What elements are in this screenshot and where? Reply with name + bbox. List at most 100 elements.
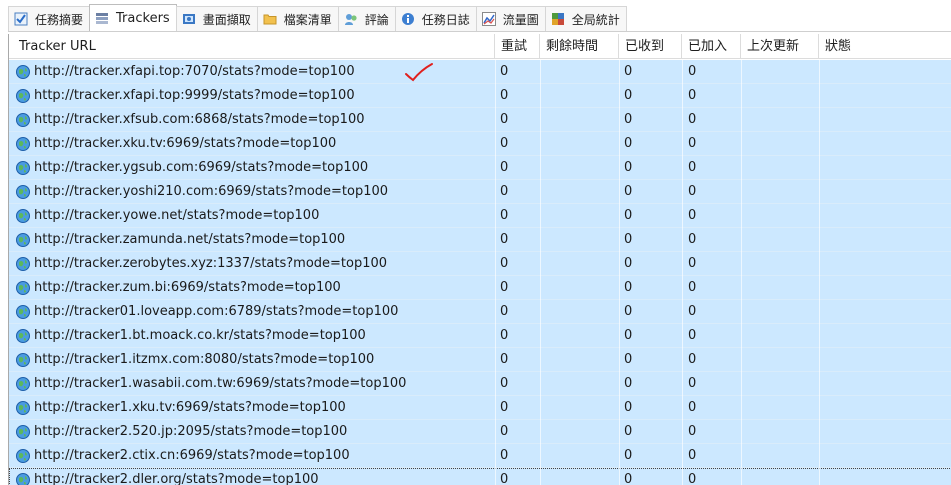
column-divider [619, 60, 620, 84]
column-header-last-update[interactable]: 上次更新 [741, 34, 819, 59]
joined-cell: 0 [688, 304, 697, 319]
folder-icon [263, 14, 277, 25]
column-divider [619, 444, 620, 468]
tab-summary[interactable]: 任務摘要 [8, 6, 91, 31]
tab-label: 評論 [364, 12, 389, 27]
table-row[interactable]: http://tracker1.wasabii.com.tw:6969/stat… [9, 372, 951, 396]
column-divider [540, 180, 541, 204]
column-divider [819, 444, 820, 468]
column-header-remaining-time[interactable]: 剩餘時間 [540, 34, 619, 59]
tab-label: Trackers [116, 10, 170, 26]
column-divider [540, 228, 541, 252]
column-divider [495, 252, 496, 276]
tracker-url: http://tracker1.wasabii.com.tw:6969/stat… [34, 376, 407, 391]
tracker-url: http://tracker1.itzmx.com:8080/stats?mod… [34, 352, 375, 367]
tracker-list[interactable]: Tracker URL 重試 剩餘時間 已收到 已加入 上次更新 狀態 http… [8, 34, 951, 485]
tab-label: 畫面擷取 [202, 12, 251, 27]
column-divider [495, 444, 496, 468]
column-header-url[interactable]: Tracker URL [9, 34, 495, 59]
column-divider [540, 420, 541, 444]
column-divider [540, 60, 541, 84]
received-cell: 0 [624, 448, 633, 463]
column-divider [619, 300, 620, 324]
table-row[interactable]: http://tracker1.xku.tv:6969/stats?mode=t… [9, 396, 951, 420]
globe-icon [16, 209, 30, 223]
column-divider [819, 132, 820, 156]
column-header-joined[interactable]: 已加入 [682, 34, 741, 59]
retry-cell: 0 [500, 280, 509, 295]
table-row[interactable]: http://tracker2.dler.org/stats?mode=top1… [9, 468, 951, 485]
table-row[interactable]: http://tracker.ygsub.com:6969/stats?mode… [9, 156, 951, 180]
column-divider [619, 348, 620, 372]
globe-icon [16, 353, 30, 367]
column-divider [619, 156, 620, 180]
retry-cell: 0 [500, 448, 509, 463]
received-cell: 0 [624, 136, 633, 151]
received-cell: 0 [624, 256, 633, 271]
tracker-url: http://tracker.zerobytes.xyz:1337/stats?… [34, 256, 388, 271]
column-header-retry[interactable]: 重試 [495, 34, 540, 59]
column-divider [495, 84, 496, 108]
tracker-url: http://tracker.yoshi210.com:6969/stats?m… [34, 184, 389, 199]
column-divider [495, 180, 496, 204]
tab-trackers[interactable]: Trackers [89, 4, 177, 31]
column-divider [741, 84, 742, 108]
table-row[interactable]: http://tracker.yoshi210.com:6969/stats?m… [9, 180, 951, 204]
column-header-status[interactable]: 狀態 [819, 34, 951, 59]
table-row[interactable]: http://tracker.xfapi.top:7070/stats?mode… [9, 60, 951, 84]
column-divider [619, 84, 620, 108]
received-cell: 0 [624, 184, 633, 199]
table-row[interactable]: http://tracker.zerobytes.xyz:1337/stats?… [9, 252, 951, 276]
column-divider [819, 420, 820, 444]
table-row[interactable]: http://tracker.zum.bi:6969/stats?mode=to… [9, 276, 951, 300]
table-row[interactable]: http://tracker.zamunda.net/stats?mode=to… [9, 228, 951, 252]
tab-screenshot[interactable]: 畫面擷取 [175, 6, 258, 31]
column-divider [682, 348, 683, 372]
retry-cell: 0 [500, 208, 509, 223]
received-cell: 0 [624, 424, 633, 439]
received-cell: 0 [624, 304, 633, 319]
table-row[interactable]: http://tracker2.520.jp:2095/stats?mode=t… [9, 420, 951, 444]
tab-comments[interactable]: 評論 [337, 6, 396, 31]
received-cell: 0 [624, 88, 633, 103]
column-divider [619, 276, 620, 300]
tab-label: 流量圖 [502, 12, 539, 27]
column-header-received[interactable]: 已收到 [619, 34, 682, 59]
tab-files[interactable]: 檔案清單 [256, 6, 339, 31]
screenshot-icon [182, 14, 195, 24]
table-row[interactable]: http://tracker.xfsub.com:6868/stats?mode… [9, 108, 951, 132]
tab-global-stats[interactable]: 全局統計 [544, 6, 627, 31]
globe-icon [16, 305, 30, 319]
joined-cell: 0 [688, 328, 697, 343]
table-row[interactable]: http://tracker1.bt.moack.co.kr/stats?mod… [9, 324, 951, 348]
column-divider [682, 108, 683, 132]
table-row[interactable]: http://tracker.yowe.net/stats?mode=top10… [9, 204, 951, 228]
tab-traffic-graph[interactable]: 流量圖 [475, 6, 546, 31]
received-cell: 0 [624, 352, 633, 367]
column-divider [619, 180, 620, 204]
tab-label: 檔案清單 [283, 12, 332, 27]
column-divider [540, 204, 541, 228]
table-row[interactable]: http://tracker.xku.tv:6969/stats?mode=to… [9, 132, 951, 156]
column-divider [682, 180, 683, 204]
column-divider [682, 132, 683, 156]
column-divider [682, 372, 683, 396]
column-divider [741, 444, 742, 468]
retry-cell: 0 [500, 184, 509, 199]
column-divider [540, 396, 541, 420]
joined-cell: 0 [688, 376, 697, 391]
tracker-url: http://tracker.xfapi.top:7070/stats?mode… [34, 64, 355, 79]
table-row[interactable]: http://tracker2.ctix.cn:6969/stats?mode=… [9, 444, 951, 468]
column-divider [682, 300, 683, 324]
received-cell: 0 [624, 280, 633, 295]
column-divider [819, 204, 820, 228]
table-row[interactable]: http://tracker1.itzmx.com:8080/stats?mod… [9, 348, 951, 372]
received-cell: 0 [624, 112, 633, 127]
column-divider [682, 228, 683, 252]
tab-log[interactable]: 任務日誌 [394, 6, 477, 31]
globe-icon [16, 281, 30, 295]
tracker-url: http://tracker.ygsub.com:6969/stats?mode… [34, 160, 369, 175]
table-row[interactable]: http://tracker.xfapi.top:9999/stats?mode… [9, 84, 951, 108]
joined-cell: 0 [688, 208, 697, 223]
table-row[interactable]: http://tracker01.loveapp.com:6789/stats?… [9, 300, 951, 324]
